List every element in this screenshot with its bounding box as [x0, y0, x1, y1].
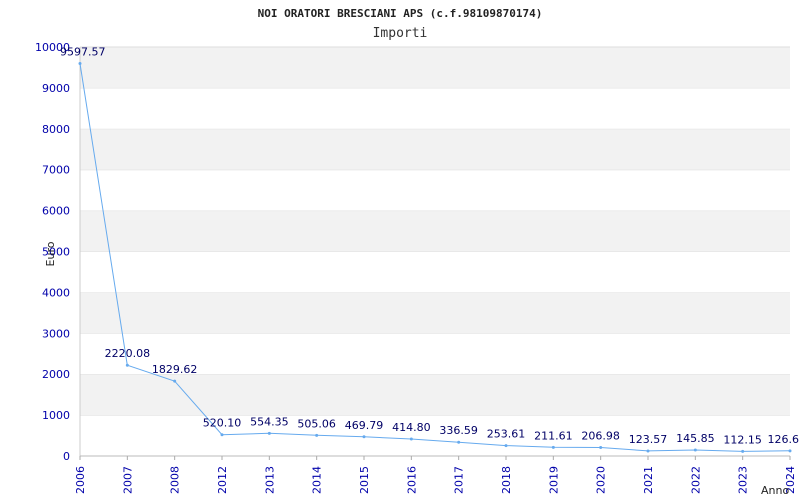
x-tick-label: 2017 [453, 466, 466, 494]
grid-band [80, 47, 790, 88]
data-label: 112.15 [723, 433, 762, 446]
y-tick-label: 7000 [42, 164, 70, 177]
data-label: 414.80 [392, 421, 431, 434]
line-chart: 0100020003000400050006000700080009000100… [35, 7, 800, 497]
data-point [788, 449, 792, 453]
x-tick-label: 2015 [358, 466, 371, 494]
data-label: 145.85 [676, 432, 715, 445]
x-tick-label: 2007 [121, 466, 134, 494]
data-point [741, 449, 745, 453]
data-point [693, 448, 697, 452]
x-tick-labels: 2006 2007 2008 2012 2013 2014 2015 2016 2017 2018… [74, 456, 797, 494]
x-tick-label: 2023 [737, 466, 750, 494]
x-tick-label: 2020 [595, 466, 608, 494]
y-tick-label: 6000 [42, 205, 70, 218]
grid-band [80, 292, 790, 334]
grid-band [80, 87, 790, 129]
data-label: 554.35 [250, 415, 289, 428]
x-tick-label: 2021 [642, 466, 655, 494]
data-point [599, 446, 603, 450]
chart-title: NOI ORATORI BRESCIANI APS (c.f.981098701… [258, 7, 543, 20]
grid-band [80, 169, 790, 211]
data-label: 469.79 [345, 419, 384, 432]
data-point [125, 363, 129, 367]
y-tick-label: 2000 [42, 368, 70, 381]
data-point [315, 433, 319, 437]
grid-band [80, 128, 790, 170]
chart-subtitle: Importi [373, 26, 428, 41]
data-label: 206.98 [581, 430, 620, 443]
data-label: 2220.08 [105, 347, 151, 360]
data-label: 126.6 [768, 433, 800, 446]
x-tick-label: 2008 [169, 466, 182, 494]
data-label: 123.57 [629, 433, 668, 446]
data-label: 253.61 [487, 428, 526, 441]
data-point [362, 435, 366, 439]
data-label: 1829.62 [152, 363, 198, 376]
y-tick-label: 8000 [42, 123, 70, 136]
data-point [551, 445, 555, 449]
x-axis-label: Anno [761, 484, 789, 497]
y-tick-label: 9000 [42, 82, 70, 95]
grid-band [80, 210, 790, 252]
data-point [457, 440, 461, 444]
y-tick-label: 4000 [42, 286, 70, 299]
x-tick-label: 2013 [263, 466, 276, 494]
x-tick-label: 2016 [405, 466, 418, 494]
grid-band [80, 251, 790, 293]
data-label: 505.06 [297, 417, 336, 430]
y-tick-label: 1000 [42, 409, 70, 422]
data-label: 9597.57 [60, 45, 106, 58]
x-tick-label: 2014 [311, 466, 324, 494]
data-label: 520.10 [203, 417, 242, 430]
x-tick-label: 2006 [74, 466, 87, 494]
x-tick-label: 2019 [547, 466, 560, 494]
y-tick-label: 3000 [42, 327, 70, 340]
data-point [220, 433, 224, 437]
y-tick-label: 0 [63, 450, 70, 463]
x-tick-label: 2018 [500, 466, 513, 494]
y-axis-label: Euro [44, 241, 57, 266]
data-label: 211.61 [534, 429, 573, 442]
x-tick-label: 2022 [689, 466, 702, 494]
data-point [267, 431, 271, 435]
data-point [78, 61, 82, 65]
data-label: 336.59 [439, 424, 478, 437]
data-point [173, 379, 177, 383]
data-point [504, 444, 508, 448]
data-point [646, 449, 650, 453]
x-tick-label: 2012 [216, 466, 229, 494]
data-point [409, 437, 413, 441]
